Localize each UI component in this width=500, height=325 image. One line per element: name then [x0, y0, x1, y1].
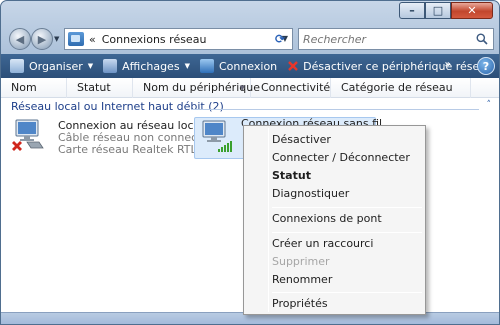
column-header-status[interactable]: Statut — [67, 78, 133, 98]
group-label: Réseau local ou Internet haut débit (2) — [11, 100, 224, 113]
menu-separator — [272, 207, 422, 208]
arrow-left-icon: ◀ — [15, 32, 25, 46]
menu-item-delete: Supprimer — [272, 255, 330, 268]
menu-gutter — [268, 128, 269, 312]
network-adapter-icon — [12, 119, 44, 151]
disable-device-button[interactable]: Désactiver ce périphérique réseau — [282, 54, 498, 78]
column-label: Statut — [77, 81, 111, 94]
help-icon: ? — [482, 59, 490, 73]
recent-pages-dropdown[interactable]: ▼ — [54, 35, 59, 43]
back-button[interactable]: ◀ — [9, 28, 31, 50]
menu-item-diagnose[interactable]: Diagnostiquer — [272, 185, 349, 203]
connect-label: Connexion — [218, 59, 278, 73]
menu-item-bridge-connections[interactable]: Connexions de pont — [272, 210, 382, 228]
caption-buttons: – □ ✕ — [399, 2, 493, 19]
network-connect-icon — [199, 59, 214, 73]
views-button[interactable]: Affichages ▼ — [98, 54, 195, 78]
search-icon[interactable] — [476, 33, 488, 45]
group-header[interactable]: Réseau local ou Internet haut débit (2) … — [1, 100, 499, 116]
menu-item-disable[interactable]: Désactiver — [272, 131, 331, 149]
column-label: Connectivité — [261, 81, 331, 94]
menu-separator — [272, 232, 422, 233]
collapse-chevron-icon[interactable]: ˄ — [487, 100, 492, 110]
forward-button[interactable]: ▶ — [31, 28, 53, 50]
menu-item-create-shortcut[interactable]: Créer un raccourci — [272, 235, 373, 253]
search-input[interactable] — [303, 32, 473, 46]
column-header-connectivity[interactable]: Connectivité — [251, 78, 331, 98]
maximize-button[interactable]: □ — [425, 2, 451, 19]
close-button[interactable]: ✕ — [451, 2, 493, 19]
column-label: Catégorie de réseau — [341, 81, 453, 94]
chevron-down-icon: ▼ — [87, 62, 94, 70]
help-button[interactable]: ? — [477, 57, 495, 75]
title-bar: – □ ✕ — [1, 1, 499, 23]
organize-label: Organiser — [29, 59, 83, 73]
organize-icon — [10, 59, 24, 73]
menu-separator — [272, 292, 422, 293]
disable-device-label: Désactiver ce périphérique réseau — [303, 59, 493, 73]
group-divider — [191, 109, 479, 110]
list-item-local-connection[interactable]: Connexion au réseau local Câble réseau n… — [11, 118, 228, 158]
organize-button[interactable]: Organiser ▼ — [5, 54, 98, 78]
menu-item-connect-disconnect[interactable]: Connecter / Déconnecter — [272, 149, 410, 167]
menu-item-properties[interactable]: Propriétés — [272, 295, 328, 313]
menu-item-rename[interactable]: Renommer — [272, 271, 332, 289]
minimize-button[interactable]: – — [399, 2, 425, 19]
address-bar[interactable]: « Connexions réseau ▼ — [64, 28, 293, 50]
more-commands-button[interactable]: » — [445, 59, 451, 70]
views-label: Affichages — [122, 59, 180, 73]
network-connections-icon — [68, 32, 84, 46]
column-header-network-category[interactable]: Catégorie de réseau — [331, 78, 471, 98]
connect-button[interactable]: Connexion — [195, 54, 282, 78]
column-header-name[interactable]: Nom — [1, 78, 67, 98]
chevron-down-icon: ▼ — [239, 84, 245, 92]
command-bar: Organiser ▼ Affichages ▼ Connexion Désac… — [1, 54, 499, 78]
chevron-down-icon: ▼ — [184, 62, 190, 70]
navigation-bar: ◀ ▶ ▼ « Connexions réseau ▼ ⟳ — [1, 25, 499, 53]
column-label: Nom — [11, 81, 37, 94]
views-icon — [103, 59, 118, 73]
disable-x-icon — [288, 61, 299, 71]
column-header-row: Nom Statut Nom du périphérique ▼ Connect… — [1, 78, 499, 98]
address-path: Connexions réseau — [101, 32, 207, 46]
column-header-device[interactable]: Nom du périphérique ▼ — [133, 78, 260, 98]
wireless-network-icon — [202, 120, 232, 152]
search-box — [298, 28, 494, 50]
menu-item-status[interactable]: Statut — [272, 167, 311, 185]
refresh-icon[interactable]: ⟳ — [275, 32, 285, 46]
explorer-window: – □ ✕ ◀ ▶ ▼ « Connexions réseau ▼ ⟳ Rech… — [0, 0, 500, 325]
address-overflow-chevron[interactable]: « — [89, 33, 96, 46]
arrow-right-icon: ▶ — [37, 32, 47, 46]
context-menu: Désactiver Connecter / Déconnecter Statu… — [243, 125, 426, 315]
